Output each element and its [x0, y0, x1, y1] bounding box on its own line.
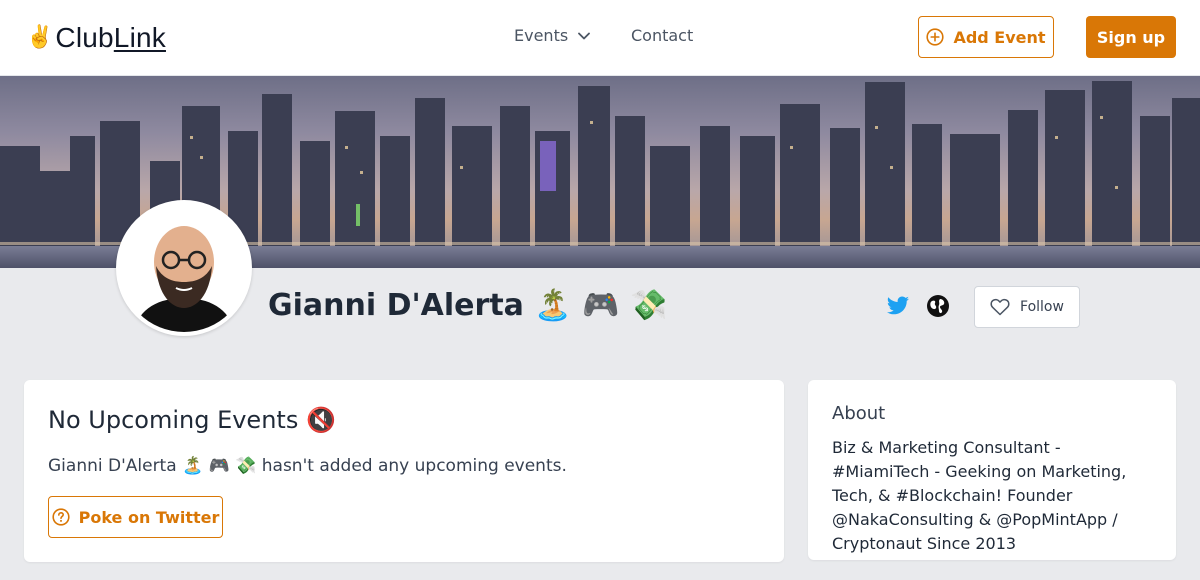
twitter-profile-link[interactable] [886, 294, 910, 318]
follow-button[interactable]: Follow [974, 286, 1080, 328]
chevron-down-icon [578, 32, 591, 39]
about-bio-text: Biz & Marketing Consultant - #MiamiTech … [832, 438, 1127, 553]
website-link[interactable] [926, 294, 950, 318]
events-card-title: No Upcoming Events 🔇 [48, 406, 336, 434]
follow-label: Follow [1020, 299, 1064, 315]
nav-events-dropdown[interactable]: Events [514, 26, 591, 45]
profile-avatar [116, 200, 252, 336]
about-card: About Biz & Marketing Consultant - #Miam… [808, 380, 1176, 560]
twitter-icon [887, 296, 909, 315]
logo-text-club: Club [55, 22, 114, 53]
nav-events-label: Events [514, 26, 569, 45]
clublink-logo[interactable]: ✌️ Club Link [26, 22, 166, 54]
avatar-portrait-image [120, 204, 248, 332]
poke-label: Poke on Twitter [78, 507, 220, 527]
signup-button[interactable]: Sign up [1086, 16, 1176, 58]
top-navbar: ✌️ Club Link Events Contact Add Event Si… [0, 0, 1200, 76]
profile-name: Gianni D'Alerta 🏝️ 🎮 💸 [268, 288, 668, 323]
events-empty-message: Gianni D'Alerta 🏝️ 🎮 💸 hasn't added any … [48, 456, 567, 476]
globe-icon [927, 295, 949, 317]
victory-hand-icon: ✌️ [26, 25, 54, 50]
about-card-title: About [832, 403, 886, 424]
upcoming-events-card: No Upcoming Events 🔇 Gianni D'Alerta 🏝️ … [24, 380, 784, 562]
heart-icon [990, 298, 1010, 316]
logo-text-link: Link [113, 22, 166, 53]
nav-contact-link[interactable]: Contact [631, 26, 693, 45]
poke-on-twitter-button[interactable]: Poke on Twitter [48, 496, 223, 538]
add-event-button[interactable]: Add Event [918, 16, 1054, 58]
plus-circle-icon [926, 28, 945, 46]
question-circle-icon [52, 508, 70, 526]
add-event-label: Add Event [953, 27, 1046, 47]
